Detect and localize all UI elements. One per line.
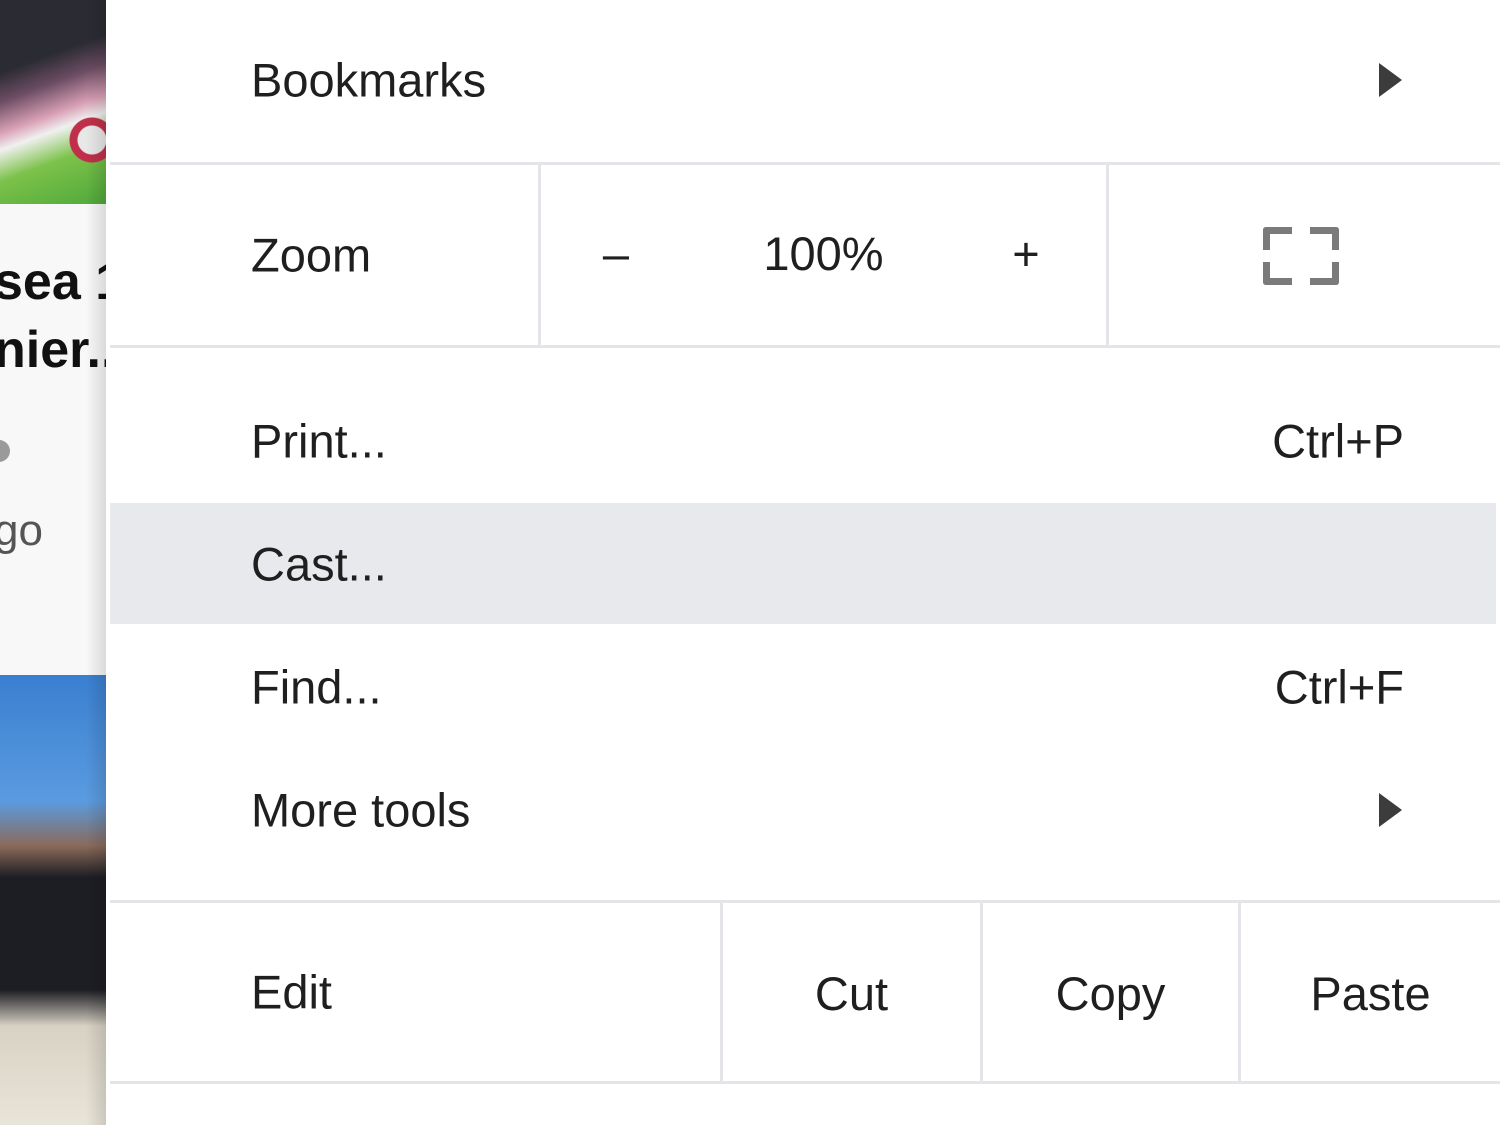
divider xyxy=(1106,165,1109,345)
fullscreen-icon[interactable] xyxy=(1263,227,1339,285)
menu-item-label: Cast... xyxy=(251,537,387,590)
fullscreen-corner xyxy=(1310,227,1339,250)
zoom-level-value: 100% xyxy=(763,227,884,280)
menu-item-label: Bookmarks xyxy=(251,53,487,107)
submenu-arrow-icon xyxy=(1379,63,1402,97)
paste-button[interactable]: Paste xyxy=(1241,905,1500,1081)
edit-label: Edit xyxy=(251,965,332,1019)
browser-menu: Bookmarks Zoom – 100% + Print... Ctrl+P … xyxy=(106,0,1500,1125)
divider xyxy=(110,345,1500,348)
background-page: sea 1 nier.. go xyxy=(0,0,106,1125)
menu-item-cast[interactable]: Cast... xyxy=(110,503,1496,624)
menu-item-print[interactable]: Print... Ctrl+P xyxy=(110,380,1496,502)
cut-button[interactable]: Cut xyxy=(723,905,980,1081)
divider xyxy=(538,165,541,345)
source-icon xyxy=(0,440,10,462)
fullscreen-corner xyxy=(1263,227,1292,250)
menu-item-more-tools[interactable]: More tools xyxy=(110,749,1496,871)
menu-item-find[interactable]: Find... Ctrl+F xyxy=(110,626,1496,748)
zoom-in-button[interactable]: + xyxy=(986,226,1066,281)
menu-item-label: Print... xyxy=(251,414,387,468)
zoom-out-button[interactable]: – xyxy=(576,226,656,281)
menu-item-label: More tools xyxy=(251,783,471,837)
menu-item-bookmarks[interactable]: Bookmarks xyxy=(110,0,1496,160)
shortcut-label: Ctrl+P xyxy=(1272,414,1404,468)
shortcut-label: Ctrl+F xyxy=(1274,660,1404,714)
fullscreen-corner xyxy=(1263,262,1292,285)
zoom-label: Zoom xyxy=(251,228,372,282)
submenu-arrow-icon xyxy=(1379,793,1402,827)
menu-item-label: Find... xyxy=(251,660,382,714)
divider xyxy=(110,1081,1500,1084)
fullscreen-corner xyxy=(1310,262,1339,285)
news-time-fragment: go xyxy=(0,506,43,555)
copy-button[interactable]: Copy xyxy=(983,905,1238,1081)
menu-shadow xyxy=(86,0,106,1125)
